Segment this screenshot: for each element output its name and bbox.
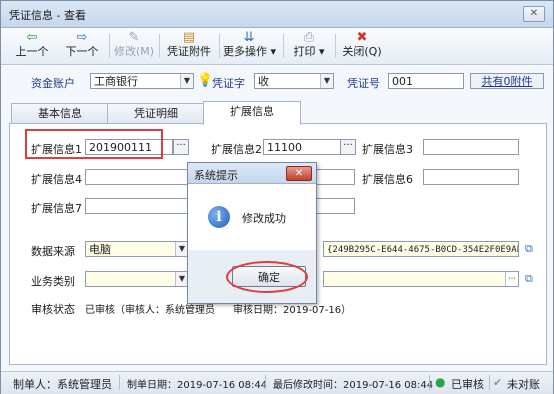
modified-text: 最后修改时间：2019-07-16 08:44 xyxy=(273,380,434,391)
ext7-label: 扩展信息7 xyxy=(31,202,82,215)
double-chevron-down-icon: ⇊ xyxy=(243,30,255,45)
close-button[interactable]: ✖ 关闭(Q) xyxy=(341,30,383,62)
business-type-label: 业务类别 xyxy=(31,275,75,288)
voucher-word-value: 收 xyxy=(258,75,269,88)
dialog-body: i 修改成功 xyxy=(188,184,316,250)
chevron-down-icon: ▼ xyxy=(320,74,333,88)
voucher-word-label: 凭证字 xyxy=(212,77,245,90)
ext4-field[interactable] xyxy=(85,169,189,185)
toolbar-separator xyxy=(219,34,220,58)
business-type-field[interactable]: ··· xyxy=(323,271,519,287)
toolbar-separator xyxy=(283,34,284,58)
ext7-field-extension[interactable] xyxy=(313,198,355,214)
copy-icon[interactable]: ⧉ xyxy=(525,272,537,285)
printer-icon: ⎙ xyxy=(303,30,315,45)
lightbulb-icon: 💡 xyxy=(197,73,214,88)
tab-extended-info[interactable]: 扩展信息 xyxy=(203,101,301,125)
attachment-button[interactable]: ▤ 凭证附件 xyxy=(163,30,215,62)
ext5-field[interactable] xyxy=(313,169,355,185)
ext2-browse-button[interactable]: ··· xyxy=(340,139,356,155)
ext7-field[interactable] xyxy=(85,198,189,214)
business-type-select[interactable]: ▼ xyxy=(85,271,189,287)
ext3-label: 扩展信息3 xyxy=(362,143,413,156)
folder-icon: ▤ xyxy=(182,30,196,45)
audited-text: 已审核 xyxy=(451,378,484,391)
dialog-close-button[interactable]: ✕ xyxy=(286,166,312,181)
ext2-label: 扩展信息2 xyxy=(211,143,262,156)
prev-button[interactable]: ⇦ 上一个 xyxy=(9,30,55,62)
source-label: 数据来源 xyxy=(31,245,75,258)
tab-basic-info[interactable]: 基本信息 xyxy=(11,103,109,124)
audit-status-label: 审核状态 xyxy=(31,303,75,316)
account-value: 工商银行 xyxy=(94,75,138,88)
ext6-label: 扩展信息6 xyxy=(362,173,413,186)
tab-bar: 基本信息 凭证明细 扩展信息 xyxy=(9,101,545,125)
source-guid-field[interactable]: {249B295C-E644-4675-B0CD-354E2F0E9AE7} xyxy=(323,241,519,257)
prev-label: 上一个 xyxy=(15,45,49,58)
voucher-no-label: 凭证号 xyxy=(347,77,380,90)
ext3-field[interactable] xyxy=(423,139,519,155)
toolbar: ⇦ 上一个 ⇨ 下一个 ✎ 修改(M) ▤ 凭证附件 ⇊ 更多操作 ▾ ⎙ 打印… xyxy=(1,28,553,65)
ext1-browse-button[interactable]: ··· xyxy=(173,139,189,155)
print-button[interactable]: ⎙ 打印 ▾ xyxy=(289,30,329,62)
copy-icon[interactable]: ⧉ xyxy=(525,242,537,255)
title-bar: 凭证信息 - 查看 ✕ xyxy=(1,1,553,28)
close-label: 关闭(Q) xyxy=(342,45,382,58)
edit-button[interactable]: ✎ 修改(M) xyxy=(113,30,155,62)
ext4-label: 扩展信息4 xyxy=(31,173,82,186)
make-date-text: 制单日期：2019-07-16 08:44 xyxy=(127,380,268,391)
attachments-link[interactable]: 共有0附件 xyxy=(470,73,544,89)
dialog-message: 修改成功 xyxy=(242,212,286,225)
account-select[interactable]: 工商银行 ▼ xyxy=(90,73,194,89)
window-close-button[interactable]: ✕ xyxy=(523,6,545,22)
toolbar-separator xyxy=(335,34,336,58)
voucher-header: 资金账户 工商银行 ▼ 💡 凭证字 收 ▼ 凭证号 001 共有0附件 xyxy=(1,67,553,95)
more-actions-label: 更多操作 ▾ xyxy=(223,45,277,58)
toolbar-separator xyxy=(159,34,160,58)
next-button[interactable]: ⇨ 下一个 xyxy=(59,30,105,62)
edit-label: 修改(M) xyxy=(113,45,155,58)
source-value: 电脑 xyxy=(89,243,111,256)
status-separator xyxy=(429,375,430,390)
maker-text: 制单人：系统管理员 xyxy=(13,378,112,391)
ext6-field[interactable] xyxy=(423,169,519,185)
arrow-left-icon: ⇦ xyxy=(26,30,38,45)
unreconciled-icon: ✔ xyxy=(493,376,503,389)
audited-check-icon: ● xyxy=(435,375,446,389)
ellipsis-icon: ··· xyxy=(505,272,518,286)
unreconciled-text: 未对账 xyxy=(507,378,540,391)
ext2-field[interactable]: 11100 xyxy=(263,139,341,155)
info-icon: i xyxy=(208,206,230,228)
dialog-title-bar: 系统提示 ✕ xyxy=(188,163,316,184)
tab-voucher-detail[interactable]: 凭证明细 xyxy=(107,103,205,124)
close-icon: ✖ xyxy=(356,30,368,45)
highlight-box xyxy=(25,129,163,159)
toolbar-separator xyxy=(109,34,110,58)
attachment-label: 凭证附件 xyxy=(167,45,211,58)
ok-highlight-ring xyxy=(226,261,308,293)
window-title: 凭证信息 - 查看 xyxy=(9,9,86,22)
next-label: 下一个 xyxy=(65,45,99,58)
voucher-no-field[interactable]: 001 xyxy=(388,73,464,89)
pencil-icon: ✎ xyxy=(128,30,140,45)
account-label: 资金账户 xyxy=(31,77,75,90)
status-separator xyxy=(265,375,266,390)
source-select[interactable]: 电脑 ▼ xyxy=(85,241,189,257)
message-dialog: 系统提示 ✕ i 修改成功 确定 xyxy=(187,162,317,304)
chevron-down-icon: ▼ xyxy=(180,74,193,88)
status-separator xyxy=(119,375,120,390)
dialog-title: 系统提示 xyxy=(194,169,238,182)
print-label: 打印 ▾ xyxy=(293,45,325,58)
status-separator xyxy=(489,375,490,390)
arrow-right-icon: ⇨ xyxy=(76,30,88,45)
voucher-window: 凭证信息 - 查看 ✕ ⇦ 上一个 ⇨ 下一个 ✎ 修改(M) ▤ 凭证附件 ⇊… xyxy=(0,0,554,394)
more-actions-button[interactable]: ⇊ 更多操作 ▾ xyxy=(223,30,277,62)
voucher-word-select[interactable]: 收 ▼ xyxy=(254,73,334,89)
status-bar: 制单人：系统管理员 制单日期：2019-07-16 08:44 最后修改时间：2… xyxy=(1,371,553,394)
